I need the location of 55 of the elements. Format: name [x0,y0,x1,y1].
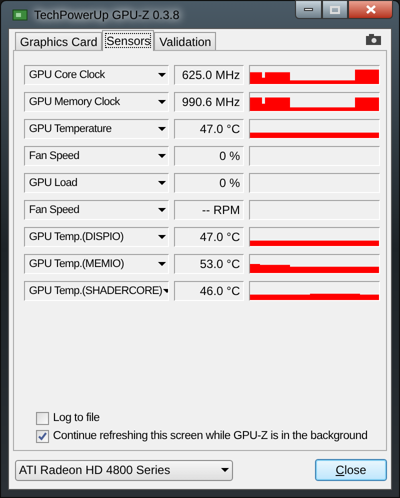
window-title: TechPowerUp GPU-Z 0.3.8 [34,6,180,24]
caret-icon [158,208,166,212]
device-dropdown[interactable]: ATI Radeon HD 4800 Series [15,460,233,480]
sensor-name: GPU Load [29,176,78,191]
caret-icon [158,181,166,185]
sensor-reading: 625.0 MHz [174,65,244,85]
tab[interactable]: Validation [154,32,216,50]
sensor-name: GPU Memory Clock [29,94,120,110]
sensor-reading: -- RPM [174,200,244,220]
caret-icon [158,127,166,131]
sensor-dropdown[interactable]: Fan Speed [24,200,169,220]
camera-icon[interactable] [366,34,381,45]
sensor-reading: 46.0 °C [174,281,244,301]
sensor-reading: 0 % [174,173,244,193]
app-icon [12,8,28,22]
tab[interactable]: Graphics Card [15,32,102,50]
sensor-dropdown[interactable]: GPU Temp.(MEMIO) [24,254,169,274]
maximize-button[interactable] [322,0,348,19]
minimize-button[interactable] [295,0,322,19]
sensor-name: Fan Speed [29,202,80,218]
sensor-dropdown[interactable]: GPU Load [24,173,169,193]
caret-icon [158,262,166,266]
caret-icon [221,468,229,472]
checkbox[interactable] [36,412,49,425]
checkbox[interactable] [36,430,49,443]
caret-icon [158,235,166,239]
sensor-name: GPU Temp.(SHADERCORE) [29,284,162,299]
checkbox-label: Log to file [53,410,100,426]
caret-icon [158,100,166,104]
sensor-reading: 47.0 °C [174,227,244,247]
sensor-dropdown[interactable]: GPU Memory Clock [24,92,169,112]
minimize-icon [304,8,313,11]
checkbox-label: Continue refreshing this screen while GPU-Z is in the background [53,428,368,444]
sensor-dropdown[interactable]: GPU Temperature [24,119,169,139]
sensor-name: Fan Speed [29,148,80,164]
sensor-reading: 47.0 °C [174,119,244,139]
sensor-reading: 0 % [174,146,244,166]
tab[interactable]: Sensors [102,30,154,51]
close-window-button[interactable] [348,0,393,19]
sensor-reading: 990.6 MHz [174,92,244,112]
maximize-icon [330,6,340,14]
sensor-name: GPU Core Clock [29,68,105,83]
sensor-dropdown[interactable]: GPU Temp.(SHADERCORE) [24,281,169,301]
sensor-reading: 53.0 °C [174,254,244,274]
close-button[interactable]: Close [315,459,387,481]
sensor-dropdown[interactable]: Fan Speed [24,146,169,166]
sensor-dropdown[interactable]: GPU Core Clock [24,65,169,85]
caret-icon [158,73,166,77]
sensor-dropdown[interactable]: GPU Temp.(DISPIO) [24,227,169,247]
sensor-name: GPU Temp.(DISPIO) [29,230,124,245]
sensor-name: GPU Temp.(MEMIO) [29,256,124,272]
caret-icon [158,154,166,158]
sensor-name: GPU Temperature [29,122,112,137]
dropdown-value: ATI Radeon HD 4800 Series [19,462,170,479]
close-icon [366,5,376,14]
